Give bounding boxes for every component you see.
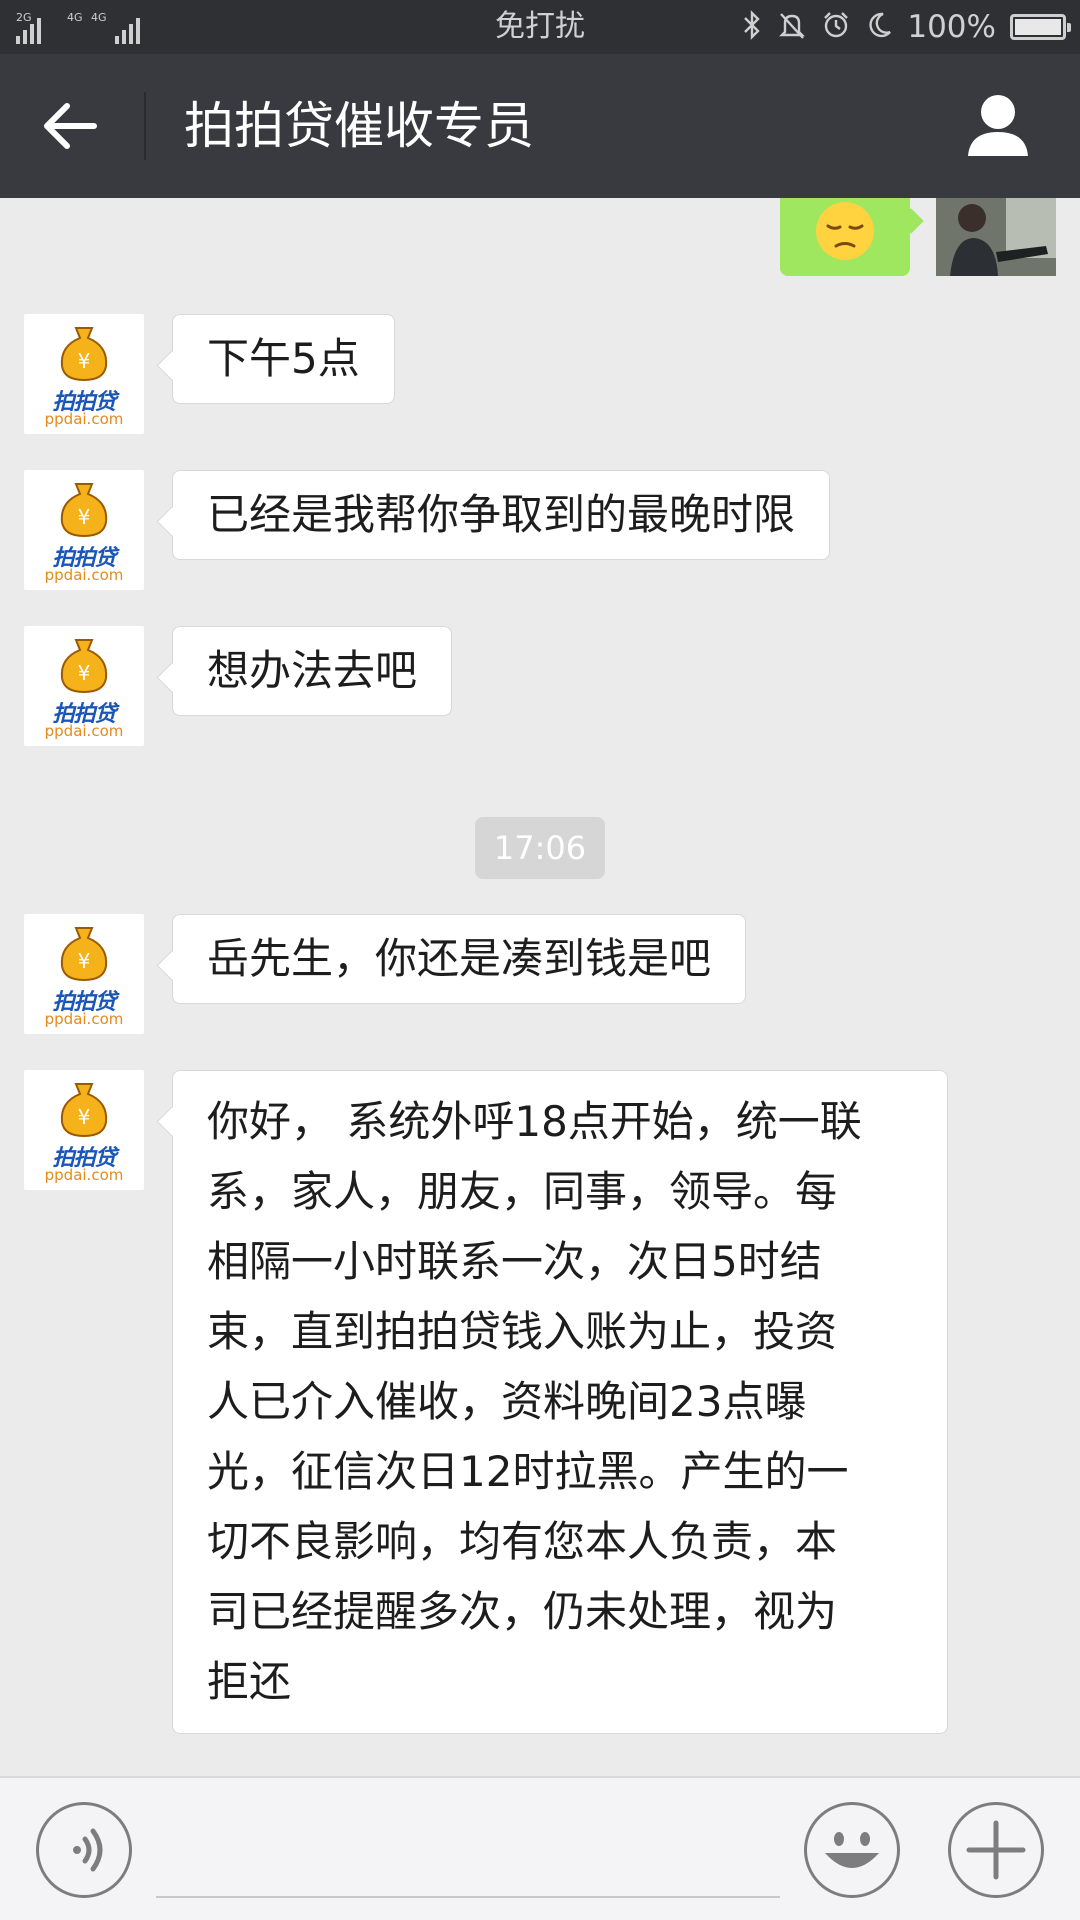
contact-message-bubble-long[interactable]: 你好， 系统外呼18点开始，统一联 系，家人，朋友，同事，领导。每 相隔一小时联…	[172, 1070, 948, 1734]
contact-message-bubble[interactable]: 下午5点	[172, 314, 395, 404]
title-divider	[144, 92, 146, 160]
money-bag-icon: ¥	[60, 1083, 108, 1138]
contact-avatar[interactable]: ¥ 拍拍贷 ppdai.com	[24, 470, 144, 590]
battery-icon	[1010, 14, 1071, 40]
more-button[interactable]	[948, 1802, 1044, 1898]
message-line: 你好， 系统外呼18点开始，统一联	[207, 1097, 862, 1146]
message-line: 相隔一小时联系一次，次日5时结	[207, 1237, 822, 1286]
contact-avatar[interactable]: ¥ 拍拍贷 ppdai.com	[24, 1070, 144, 1190]
contact-message-bubble[interactable]: 想办法去吧	[172, 626, 453, 716]
avatar-domain: ppdai.com	[44, 722, 124, 740]
moon-icon	[865, 10, 893, 44]
input-bar	[0, 1776, 1080, 1920]
contact-avatar[interactable]: ¥ 拍拍贷 ppdai.com	[24, 314, 144, 434]
bluetooth-icon	[741, 10, 763, 44]
message-input[interactable]	[156, 1896, 780, 1898]
plus-icon	[966, 1820, 1026, 1880]
avatar-domain: ppdai.com	[44, 1010, 124, 1028]
voice-icon	[73, 1828, 103, 1872]
money-bag-icon: ¥	[60, 639, 108, 694]
svg-text:¥: ¥	[78, 949, 91, 973]
message-line: 司已经提醒多次，仍未处理，视为	[207, 1587, 838, 1636]
back-button[interactable]	[40, 100, 100, 152]
voice-button[interactable]	[36, 1802, 132, 1898]
message-line: 切不良影响，均有您本人负责，本	[207, 1517, 838, 1566]
status-icons: 100%	[741, 8, 1071, 46]
emoji-button[interactable]	[804, 1802, 900, 1898]
money-bag-icon: ¥	[60, 483, 108, 538]
smiley-icon	[825, 1832, 879, 1868]
avatar-domain: ppdai.com	[44, 1166, 124, 1184]
contact-avatar[interactable]: ¥ 拍拍贷 ppdai.com	[24, 626, 144, 746]
chat-title: 拍拍贷催收专员	[184, 97, 534, 155]
money-bag-icon: ¥	[60, 327, 108, 382]
contact-message-bubble[interactable]: 岳先生，你还是凑到钱是吧	[172, 914, 747, 1004]
arrow-left-icon	[44, 103, 97, 149]
message-line: 光，征信次日12时拉黑。产生的一	[207, 1447, 849, 1496]
title-bar: 拍拍贷催收专员	[0, 54, 1080, 198]
battery-percent: 100%	[907, 9, 996, 45]
mute-bell-icon	[777, 10, 807, 44]
pensive-face-emoji	[816, 202, 874, 260]
chat-info-button[interactable]	[966, 92, 1030, 160]
status-bar: 2G 4G 4G 免打扰 100%	[0, 0, 1080, 54]
message-line: 束，直到拍拍贷钱入账为止，投资	[207, 1307, 838, 1356]
self-avatar-photo	[936, 198, 1056, 276]
contact-avatar[interactable]: ¥ 拍拍贷 ppdai.com	[24, 914, 144, 1034]
alarm-icon	[821, 10, 851, 44]
avatar-domain: ppdai.com	[44, 410, 124, 428]
person-icon	[968, 95, 1028, 156]
message-line: 拒还	[207, 1657, 292, 1706]
message-timestamp: 17:06	[475, 817, 605, 879]
svg-text:¥: ¥	[78, 505, 91, 529]
battery-fill	[1015, 19, 1061, 35]
self-avatar[interactable]	[936, 198, 1056, 276]
message-line: 系，家人，朋友，同事，领导。每	[207, 1167, 838, 1216]
chat-messages[interactable]: ¥ 拍拍贷 ppdai.com 下午5点 ¥ 拍拍贷 ppdai.com 已经是…	[0, 198, 1080, 1776]
message-line: 人已介入催收，资料晚间23点曝	[207, 1377, 807, 1426]
svg-text:¥: ¥	[78, 661, 91, 685]
svg-text:¥: ¥	[78, 349, 91, 373]
svg-text:¥: ¥	[78, 1105, 91, 1129]
money-bag-icon: ¥	[60, 927, 108, 982]
contact-message-bubble[interactable]: 已经是我帮你争取到的最晚时限	[172, 470, 831, 560]
avatar-domain: ppdai.com	[44, 566, 124, 584]
self-message-bubble[interactable]	[780, 198, 910, 276]
